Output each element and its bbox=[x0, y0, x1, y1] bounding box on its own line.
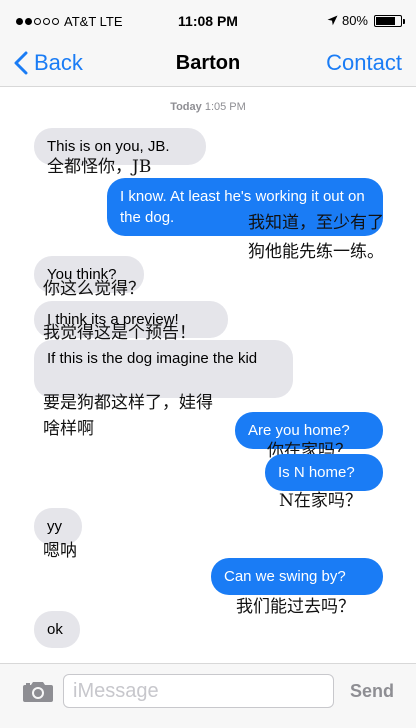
timestamp-day: Today bbox=[170, 101, 202, 113]
message-translation: 狗他能先练一练。 bbox=[248, 242, 384, 262]
message-input[interactable]: iMessage bbox=[63, 674, 334, 708]
send-button[interactable]: Send bbox=[350, 681, 394, 702]
camera-icon[interactable] bbox=[22, 679, 54, 703]
status-bar: AT&T LTE 11:08 PM 80% bbox=[0, 0, 416, 44]
battery-level-fill bbox=[376, 16, 395, 25]
message-translation: 我们能过去吗？ bbox=[236, 597, 355, 617]
message-text: ok bbox=[47, 621, 63, 638]
chevron-left-icon bbox=[14, 51, 28, 75]
message-translation: 我知道，至少有了 bbox=[248, 213, 384, 233]
conversation-timestamp: Today 1:05 PM bbox=[0, 101, 416, 113]
message-text: Can we swing by? bbox=[224, 568, 346, 585]
message-translation: 你这么觉得？ bbox=[43, 279, 145, 299]
outgoing-message-bubble[interactable]: Can we swing by? bbox=[211, 558, 383, 595]
message-text: yy bbox=[47, 518, 62, 535]
message-translation: 嗯呐 bbox=[43, 541, 77, 561]
compose-bar: iMessage Send bbox=[0, 663, 416, 728]
messages-app: AT&T LTE 11:08 PM 80% Back Barton Contac… bbox=[0, 0, 416, 728]
contact-button[interactable]: Contact bbox=[326, 50, 402, 76]
message-text: Are you home? bbox=[248, 422, 350, 439]
back-label: Back bbox=[34, 50, 83, 75]
message-text: If this is the dog imagine the kid bbox=[47, 350, 258, 367]
status-right: 80% bbox=[327, 13, 405, 28]
message-translation: N在家吗？ bbox=[279, 491, 362, 511]
message-list: Today 1:05 PM This is on you, JB. 全都怪你，J… bbox=[0, 87, 416, 663]
battery-icon bbox=[374, 14, 405, 27]
incoming-message-bubble[interactable]: ok bbox=[34, 611, 80, 648]
message-translation: 啥样啊 bbox=[43, 419, 94, 439]
back-button[interactable]: Back bbox=[14, 50, 83, 76]
message-translation: 要是狗都这样了，娃得 bbox=[43, 393, 213, 413]
timestamp-time: 1:05 PM bbox=[204, 101, 246, 113]
message-text: This is on you, JB. bbox=[47, 138, 170, 155]
incoming-message-bubble[interactable]: If this is the dog imagine the kid bbox=[34, 340, 293, 398]
battery-percent: 80% bbox=[341, 13, 368, 28]
message-text: Is N home? bbox=[278, 464, 355, 481]
message-translation: 全都怪你，JB bbox=[47, 157, 152, 177]
location-arrow-icon bbox=[327, 15, 338, 26]
navigation-bar: Back Barton Contact bbox=[0, 44, 416, 87]
outgoing-message-bubble[interactable]: Is N home? bbox=[265, 454, 383, 491]
